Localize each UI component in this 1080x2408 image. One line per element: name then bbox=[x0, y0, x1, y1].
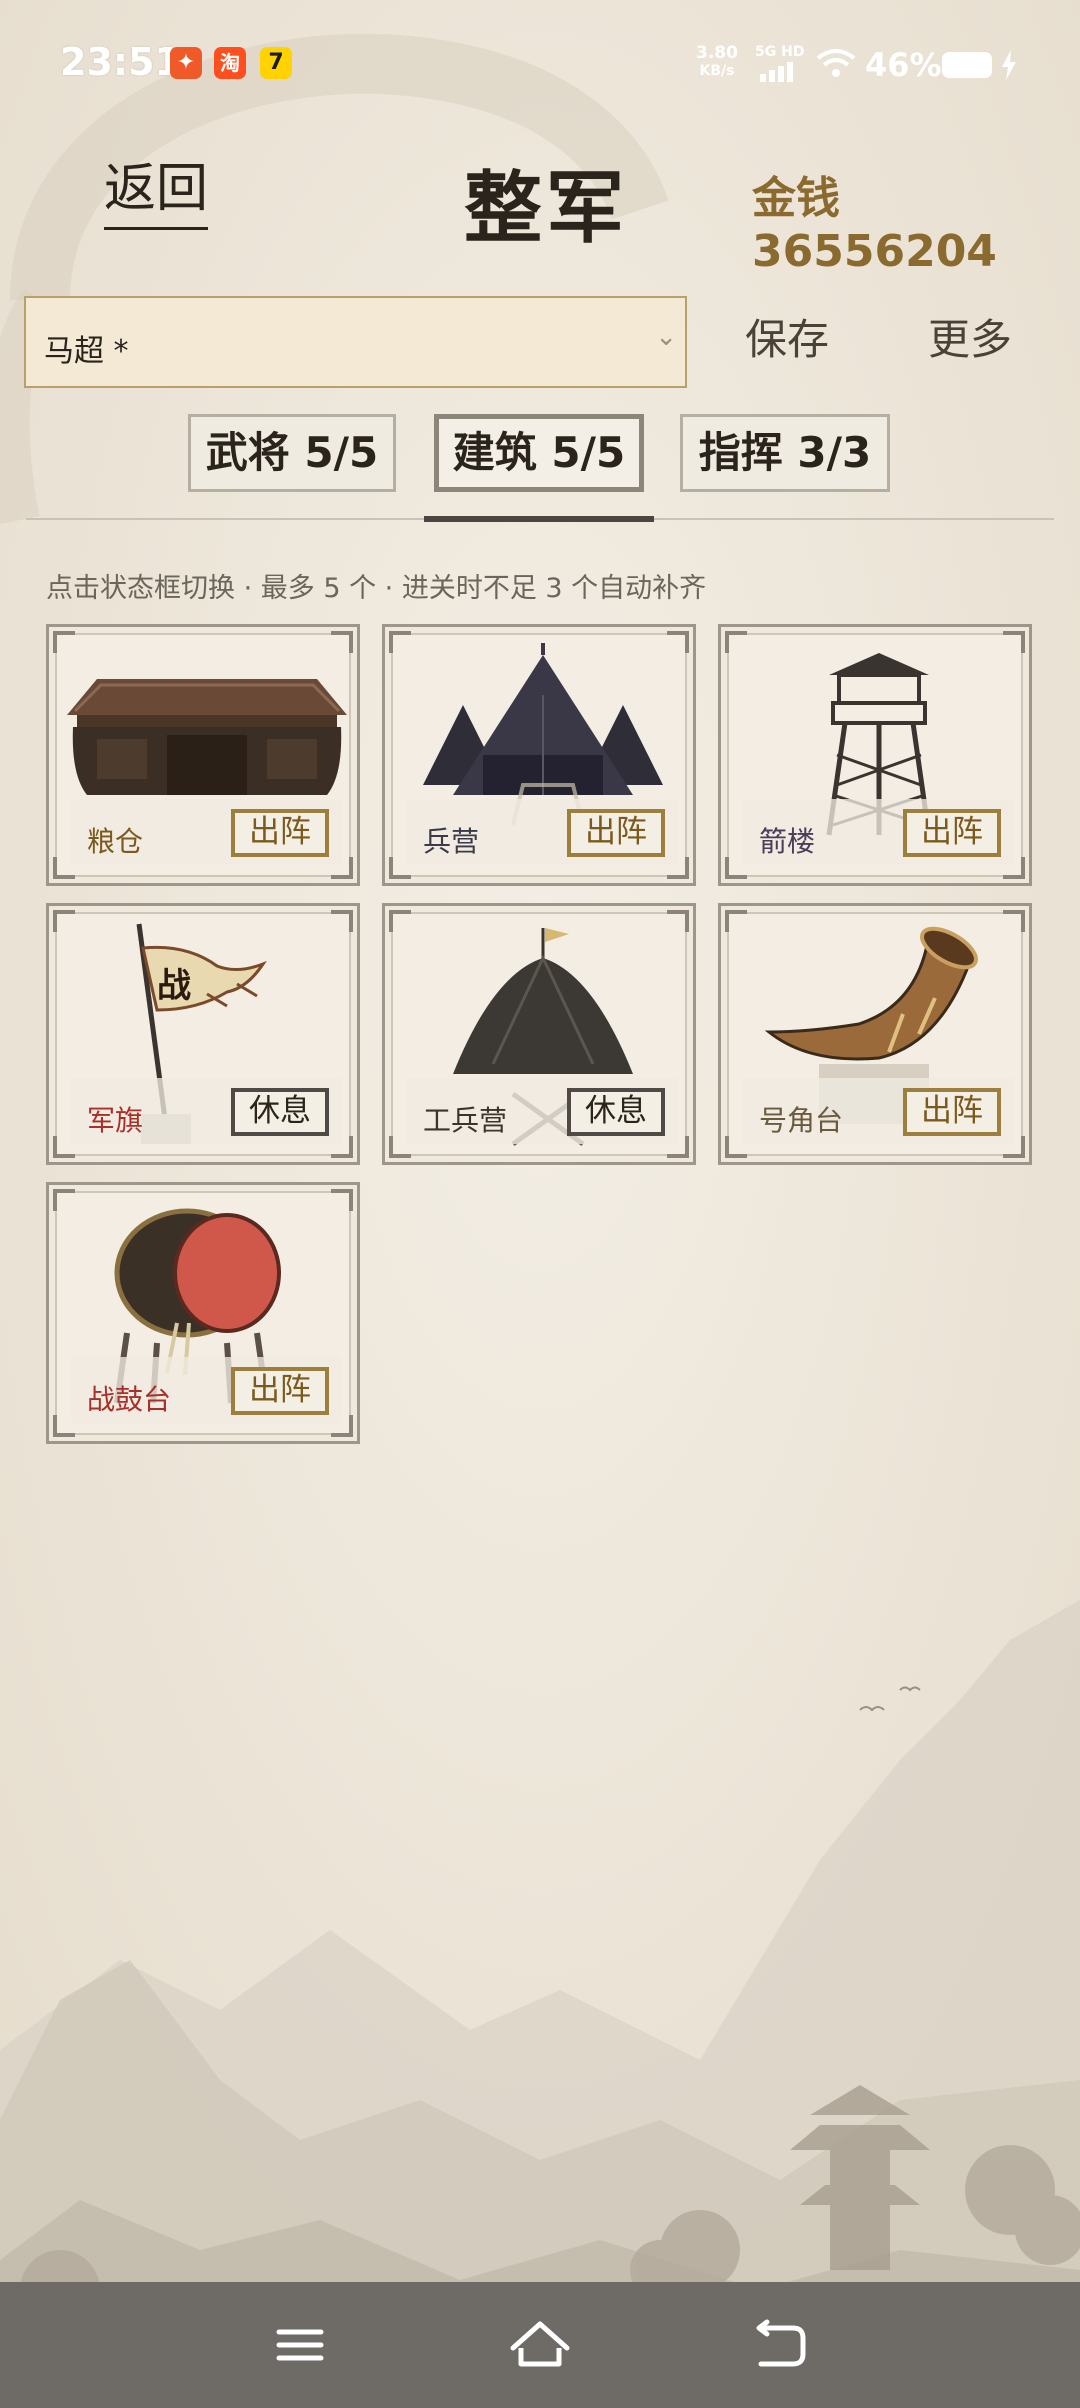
building-name: 工兵营 bbox=[423, 1104, 508, 1137]
building-name: 战鼓台 bbox=[87, 1383, 172, 1416]
battery-icon bbox=[942, 52, 992, 78]
building-card-engineer-camp[interactable]: 工兵营 休息 bbox=[382, 903, 696, 1165]
card-frame: 工兵营 休息 bbox=[391, 912, 687, 1156]
tab-command[interactable]: 指挥 3/3 bbox=[680, 414, 890, 492]
corner-ornament bbox=[1003, 857, 1025, 879]
corner-ornament bbox=[389, 910, 411, 932]
status-toggle-button[interactable]: 出阵 bbox=[903, 1088, 1001, 1136]
more-button[interactable]: 更多 bbox=[928, 306, 1012, 367]
status-toggle-button[interactable]: 出阵 bbox=[231, 809, 329, 857]
corner-ornament bbox=[331, 631, 353, 653]
banner-glyph: 战 bbox=[157, 966, 191, 1006]
building-card-war-drum[interactable]: 战鼓台 出阵 bbox=[46, 1182, 360, 1444]
corner-ornament bbox=[667, 1136, 689, 1158]
tab-generals[interactable]: 武将 5/5 bbox=[188, 414, 396, 492]
card-frame: 战 军旗 休息 bbox=[55, 912, 351, 1156]
status-toggle-button[interactable]: 出阵 bbox=[231, 1367, 329, 1415]
corner-ornament bbox=[667, 857, 689, 879]
building-card-horn-platform[interactable]: 号角台 出阵 bbox=[718, 903, 1032, 1165]
network-type: 5G HD bbox=[755, 44, 805, 60]
network-speed: 3.80 KB/s bbox=[696, 44, 738, 80]
speed-value: 3.80 bbox=[696, 43, 738, 63]
hint-text: 点击状态框切换 · 最多 5 个 · 进关时不足 3 个自动补齐 bbox=[46, 573, 707, 604]
chevron-down-icon: ⌄ bbox=[655, 322, 677, 352]
status-toggle-button[interactable]: 休息 bbox=[567, 1088, 665, 1136]
wifi-icon bbox=[816, 49, 856, 77]
card-frame: 战鼓台 出阵 bbox=[55, 1191, 351, 1435]
corner-ornament bbox=[53, 910, 75, 932]
building-card-barracks[interactable]: 兵营 出阵 bbox=[382, 624, 696, 886]
corner-ornament bbox=[331, 1415, 353, 1437]
corner-ornament bbox=[725, 910, 747, 932]
status-toggle-button[interactable]: 出阵 bbox=[567, 809, 665, 857]
corner-ornament bbox=[389, 857, 411, 879]
active-tab-indicator bbox=[424, 516, 654, 522]
page-title: 整军 bbox=[464, 164, 629, 254]
card-frame: 兵营 出阵 bbox=[391, 633, 687, 877]
back-button[interactable]: 返回 bbox=[104, 146, 209, 230]
corner-ornament bbox=[725, 631, 747, 653]
building-name: 兵营 bbox=[423, 825, 480, 858]
status-time: 23:51 bbox=[60, 40, 181, 84]
building-card-war-banner[interactable]: 战 军旗 休息 bbox=[46, 903, 360, 1165]
building-name: 军旗 bbox=[87, 1104, 144, 1137]
home-icon[interactable] bbox=[505, 2310, 575, 2380]
status-toggle-button[interactable]: 休息 bbox=[231, 1088, 329, 1136]
corner-ornament bbox=[53, 1415, 75, 1437]
status-bar: 23:51 ✦ 淘 7 3.80 KB/s 5G HD 46% bbox=[0, 0, 1080, 130]
corner-ornament bbox=[725, 1136, 747, 1158]
building-name: 号角台 bbox=[759, 1104, 844, 1137]
corner-ornament bbox=[725, 857, 747, 879]
corner-ornament bbox=[667, 910, 689, 932]
speed-unit: KB/s bbox=[699, 63, 735, 79]
corner-ornament bbox=[1003, 631, 1025, 653]
building-name: 箭楼 bbox=[759, 825, 816, 858]
system-nav-bar bbox=[0, 2282, 1080, 2408]
corner-ornament bbox=[53, 857, 75, 879]
lineup-select[interactable]: 马超 * ⌄ bbox=[24, 296, 687, 388]
app-notification-icon: ✦ bbox=[170, 47, 202, 79]
back-nav-icon[interactable] bbox=[745, 2310, 815, 2380]
corner-ornament bbox=[667, 631, 689, 653]
money-label: 金钱 bbox=[752, 173, 840, 224]
tab-buildings[interactable]: 建筑 5/5 bbox=[434, 414, 644, 492]
save-button[interactable]: 保存 bbox=[745, 306, 829, 367]
card-frame: 粮仓 出阵 bbox=[55, 633, 351, 877]
corner-ornament bbox=[389, 631, 411, 653]
corner-ornament bbox=[331, 910, 353, 932]
money-display: 金钱 36556204 bbox=[752, 162, 1080, 277]
charging-bolt-icon bbox=[1002, 50, 1016, 80]
corner-ornament bbox=[53, 1189, 75, 1211]
corner-ornament bbox=[331, 857, 353, 879]
battery-percent: 46% bbox=[865, 46, 942, 84]
app-seven-icon: 7 bbox=[260, 47, 292, 79]
building-card-granary[interactable]: 粮仓 出阵 bbox=[46, 624, 360, 886]
building-name: 粮仓 bbox=[87, 825, 144, 858]
signal-icon bbox=[760, 62, 793, 82]
card-frame: 号角台 出阵 bbox=[727, 912, 1023, 1156]
status-toggle-button[interactable]: 出阵 bbox=[903, 809, 1001, 857]
lineup-select-value: 马超 * bbox=[44, 334, 129, 369]
taobao-icon: 淘 bbox=[214, 47, 246, 79]
card-frame: 箭楼 出阵 bbox=[727, 633, 1023, 877]
money-value: 36556204 bbox=[752, 226, 997, 277]
building-card-arrow-tower[interactable]: 箭楼 出阵 bbox=[718, 624, 1032, 886]
menu-icon[interactable] bbox=[265, 2310, 335, 2380]
corner-ornament bbox=[53, 1136, 75, 1158]
corner-ornament bbox=[331, 1189, 353, 1211]
corner-ornament bbox=[53, 631, 75, 653]
corner-ornament bbox=[1003, 910, 1025, 932]
corner-ornament bbox=[389, 1136, 411, 1158]
corner-ornament bbox=[331, 1136, 353, 1158]
corner-ornament bbox=[1003, 1136, 1025, 1158]
